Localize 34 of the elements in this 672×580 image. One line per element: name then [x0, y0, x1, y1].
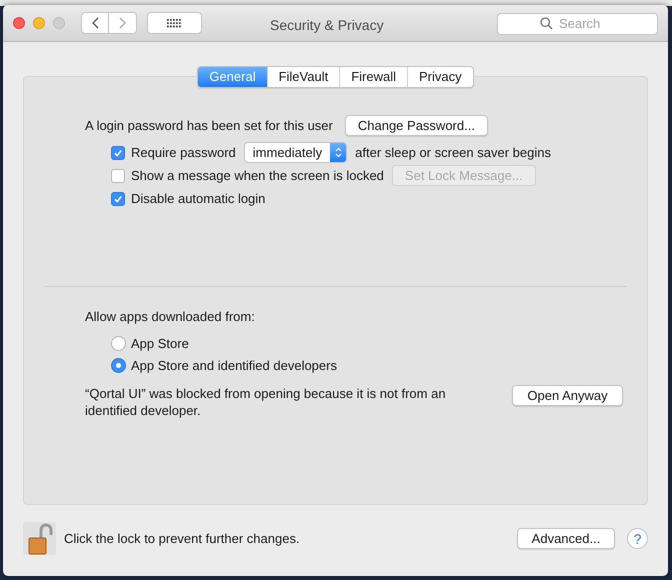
tab[interactable]: Privacy — [407, 67, 473, 87]
option-label: Show a message when the screen is locked — [131, 166, 384, 185]
checkbox[interactable] — [111, 192, 125, 206]
chevron-right-icon — [119, 17, 126, 29]
tab[interactable]: Firewall — [339, 67, 408, 87]
option-label: Disable automatic login — [131, 190, 266, 208]
blocked-message: “Qortal UI” was blocked from opening because it is not from an identified developer. — [85, 384, 447, 418]
search-icon — [540, 17, 553, 30]
checkmark-icon — [113, 148, 123, 158]
window-title: Security & Privacy — [270, 16, 384, 35]
radio-button[interactable] — [111, 358, 126, 373]
change-password-button[interactable]: Change Password... — [344, 115, 488, 136]
lock-text: Click the lock to prevent further changes. — [64, 530, 300, 548]
close-button[interactable] — [13, 17, 25, 29]
show-all-button[interactable] — [147, 12, 202, 34]
delay-select[interactable]: immediately — [244, 142, 348, 163]
radio-button[interactable] — [111, 336, 126, 351]
help-button[interactable]: ? — [627, 528, 648, 549]
search-field[interactable]: Search — [497, 12, 658, 34]
advanced-button[interactable]: Advanced... — [517, 528, 615, 549]
password-label: A login password has been set for this user — [85, 116, 333, 135]
radio-label: App Store and identified developers — [131, 356, 337, 375]
back-button[interactable] — [81, 12, 109, 34]
tab[interactable]: FileVault — [266, 67, 340, 87]
checkbox[interactable] — [111, 146, 125, 160]
grid-icon — [167, 18, 182, 28]
radio-label: App Store — [131, 334, 189, 353]
checkmark-icon — [113, 194, 123, 204]
allow-apps-label: Allow apps downloaded from: — [85, 308, 256, 326]
option-suffix: after sleep or screen saver begins — [355, 144, 551, 162]
open-anyway-button[interactable]: Open Anyway — [512, 384, 623, 406]
updown-icon — [334, 147, 342, 158]
chevron-left-icon — [92, 17, 98, 29]
option-label: Require password — [131, 144, 236, 162]
